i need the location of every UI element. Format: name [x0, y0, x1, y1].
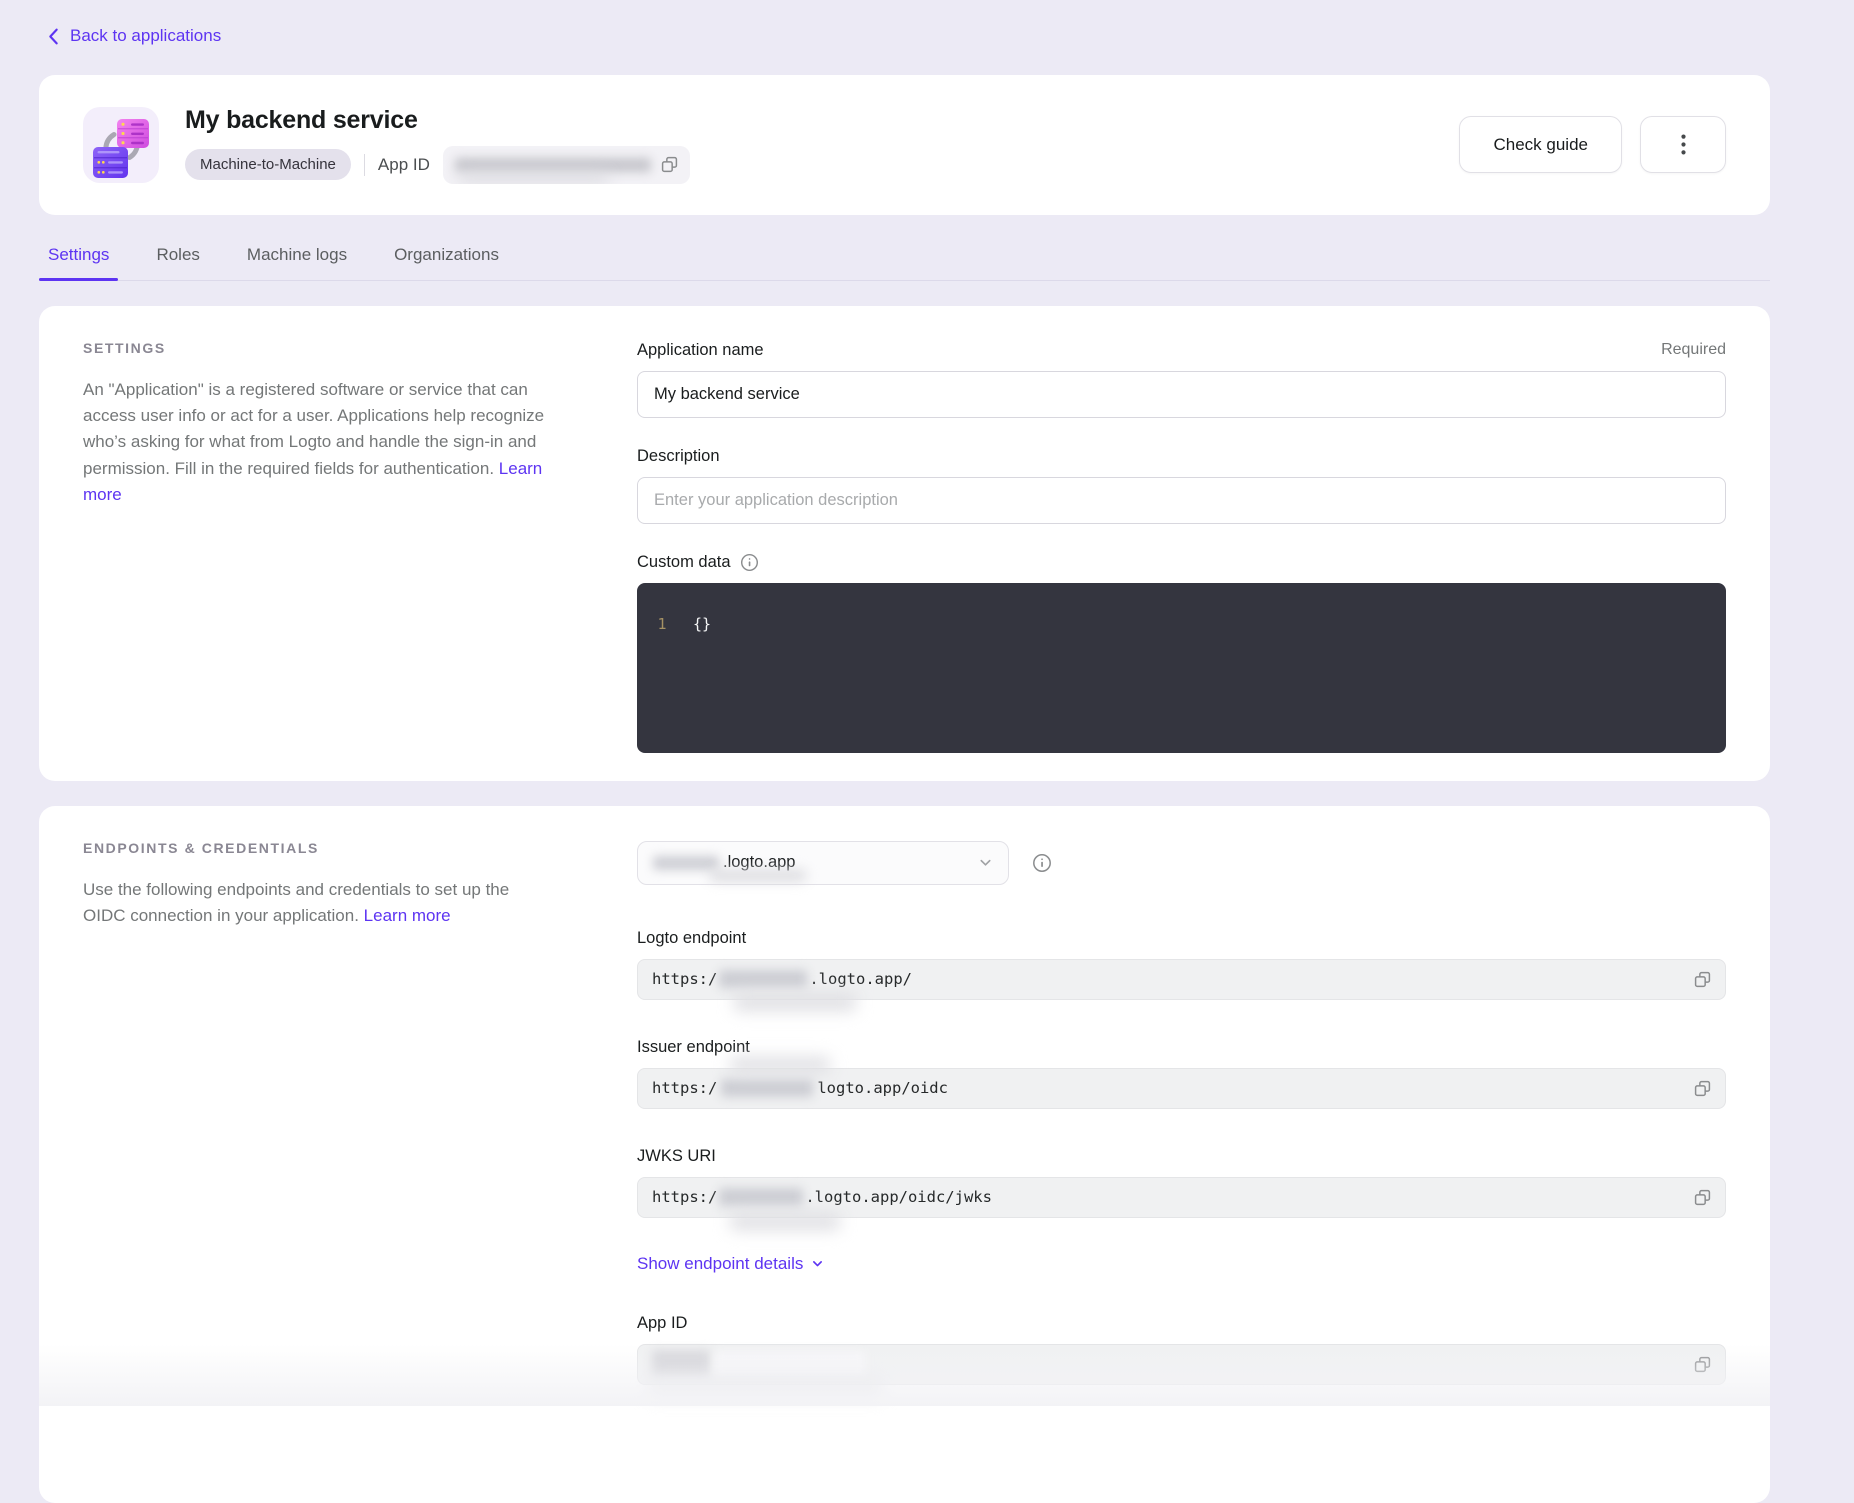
domain-select-value: .logto.app — [723, 853, 795, 872]
custom-data-code-editor[interactable]: 1 {} — [637, 583, 1726, 753]
domain-select-row: .logto.app — [637, 841, 1726, 885]
machine-to-machine-app-icon — [83, 107, 159, 183]
description-label: Description — [637, 447, 720, 466]
app-header-info: My backend service Machine-to-Machine Ap… — [185, 106, 1459, 184]
chevron-down-icon — [811, 1257, 824, 1270]
redacted-app-id — [714, 1351, 866, 1377]
page-title: My backend service — [185, 106, 1459, 135]
redacted-url-segment — [719, 970, 807, 988]
required-indicator: Required — [1661, 341, 1726, 359]
back-to-applications-link[interactable]: Back to applications — [48, 26, 221, 46]
logto-endpoint-label: Logto endpoint — [637, 929, 746, 948]
header-actions: Check guide — [1459, 116, 1726, 173]
editor-line-number: 1 — [637, 615, 687, 633]
tab-settings[interactable]: Settings — [48, 245, 109, 280]
redacted-url-segment — [719, 1188, 803, 1206]
chevron-down-icon — [978, 855, 993, 870]
tab-machine-logs[interactable]: Machine logs — [247, 245, 347, 280]
app-type-badge: Machine-to-Machine — [185, 149, 351, 180]
info-icon[interactable] — [1032, 853, 1052, 873]
description-field: Description — [637, 447, 1726, 524]
redacted-tenant-id — [653, 856, 719, 870]
show-endpoint-details-link[interactable]: Show endpoint details — [637, 1254, 824, 1274]
logto-endpoint-value: https:/ .logto.app/ — [652, 970, 1694, 988]
kebab-icon — [1681, 134, 1686, 155]
copy-app-id-button[interactable] — [1694, 1356, 1711, 1373]
settings-card: SETTINGS An "Application" is a registere… — [39, 306, 1770, 781]
application-details-page: Back to applications — [0, 0, 1854, 1503]
app-meta-row: Machine-to-Machine App ID — [185, 146, 1459, 184]
settings-section-description: An "Application" is a registered softwar… — [83, 377, 551, 509]
more-actions-button[interactable] — [1640, 116, 1726, 173]
jwks-uri-value: https:/ .logto.app/oidc/jwks — [652, 1188, 1694, 1206]
copy-logto-endpoint-button[interactable] — [1694, 971, 1711, 988]
description-input[interactable] — [637, 477, 1726, 524]
logto-endpoint-field: Logto endpoint https:/ .logto.app/ — [637, 929, 1726, 1000]
redacted-app-id — [652, 1351, 710, 1377]
copy-jwks-uri-button[interactable] — [1694, 1189, 1711, 1206]
copy-issuer-endpoint-button[interactable] — [1694, 1080, 1711, 1097]
info-icon[interactable] — [740, 553, 759, 572]
app-id-value-redacted — [443, 146, 690, 184]
app-header-card: My backend service Machine-to-Machine Ap… — [39, 75, 1770, 215]
endpoints-section-heading: ENDPOINTS & CREDENTIALS — [83, 840, 551, 856]
copy-app-id-button[interactable] — [661, 156, 678, 173]
app-id-value-redacted — [652, 1351, 1694, 1377]
jwks-uri-field: JWKS URI https:/ .logto.app/oidc/jwks — [637, 1147, 1726, 1218]
app-id-field-label: App ID — [637, 1314, 687, 1333]
editor-code-content: {} — [693, 615, 711, 633]
domain-select[interactable]: .logto.app — [637, 841, 1009, 885]
endpoints-form-column: .logto.app Logto endpoint https:/ — [637, 836, 1726, 1423]
settings-section-heading: SETTINGS — [83, 340, 551, 356]
app-id-field: App ID — [637, 1314, 1726, 1385]
issuer-endpoint-value: https:/ logto.app/oidc — [652, 1079, 1694, 1097]
application-name-input[interactable] — [637, 371, 1726, 418]
jwks-uri-label: JWKS URI — [637, 1147, 716, 1166]
custom-data-field: Custom data 1 {} — [637, 553, 1726, 753]
application-name-label: Application name — [637, 341, 764, 360]
redacted-url-segment — [721, 1079, 813, 1097]
issuer-endpoint-field: Issuer endpoint https:/ logto.app/oidc — [637, 1038, 1726, 1109]
jwks-uri-value-field: https:/ .logto.app/oidc/jwks — [637, 1177, 1726, 1218]
app-tabs: Settings Roles Machine logs Organization… — [39, 245, 1770, 281]
endpoints-section-description: Use the following endpoints and credenti… — [83, 877, 551, 930]
issuer-endpoint-label: Issuer endpoint — [637, 1038, 750, 1057]
meta-divider — [364, 154, 365, 176]
settings-description-column: SETTINGS An "Application" is a registere… — [83, 336, 551, 753]
tab-organizations[interactable]: Organizations — [394, 245, 499, 280]
tab-roles[interactable]: Roles — [156, 245, 199, 280]
settings-form-column: Application name Required Description Cu… — [637, 336, 1726, 753]
app-id-label: App ID — [378, 155, 430, 175]
custom-data-label: Custom data — [637, 553, 731, 572]
endpoints-credentials-card: ENDPOINTS & CREDENTIALS Use the followin… — [39, 806, 1770, 1503]
chevron-left-icon — [48, 28, 59, 45]
endpoints-learn-more-link[interactable]: Learn more — [364, 906, 451, 925]
back-link-label: Back to applications — [70, 26, 221, 46]
check-guide-button[interactable]: Check guide — [1459, 116, 1622, 173]
app-id-value-field — [637, 1344, 1726, 1385]
redacted-app-id — [455, 158, 651, 172]
application-name-field: Application name Required — [637, 341, 1726, 418]
logto-endpoint-value-field: https:/ .logto.app/ — [637, 959, 1726, 1000]
issuer-endpoint-value-field: https:/ logto.app/oidc — [637, 1068, 1726, 1109]
endpoints-description-column: ENDPOINTS & CREDENTIALS Use the followin… — [83, 836, 551, 1423]
